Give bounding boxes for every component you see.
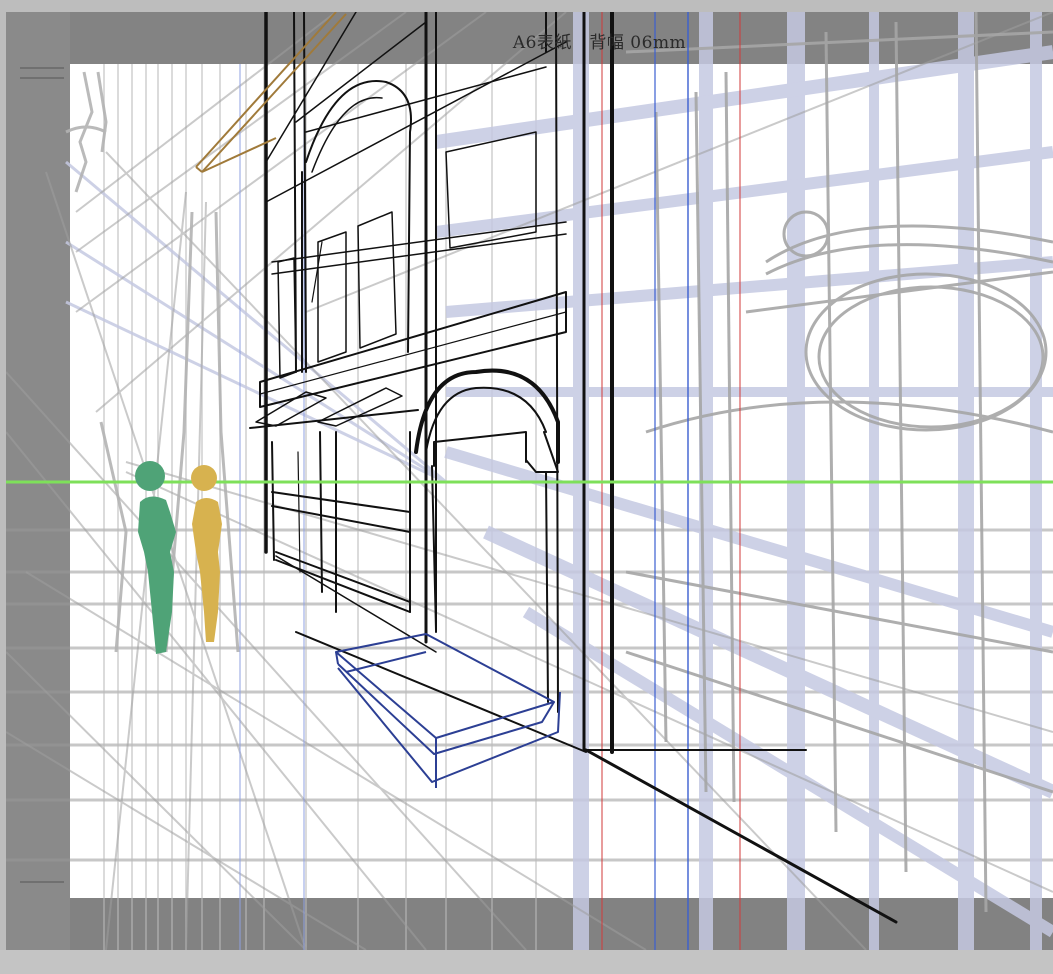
drawing-app: A6表紙 背幅 06mm xyxy=(0,0,1053,974)
right-building-sketch xyxy=(625,12,1053,913)
bottom-bleed-band xyxy=(70,898,1053,950)
box-sketch[interactable] xyxy=(335,633,561,788)
canvas-viewport[interactable]: A6表紙 背幅 06mm xyxy=(6,12,1053,950)
document-title: A6表紙 背幅 06mm xyxy=(512,33,687,53)
perspective-sketch[interactable] xyxy=(6,12,1053,950)
bottom-gutter xyxy=(0,950,1053,974)
